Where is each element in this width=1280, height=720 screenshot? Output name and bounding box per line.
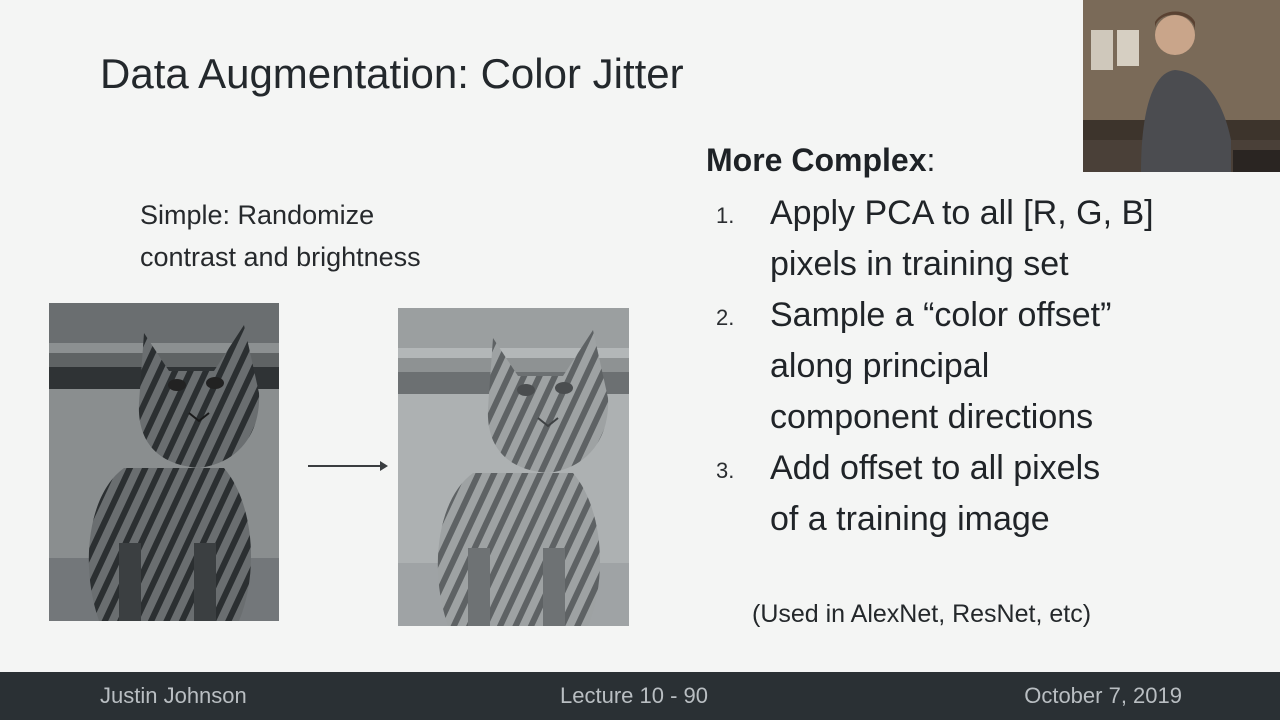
- list-item: 2. Sample a “color offset” along princip…: [716, 290, 1236, 443]
- step-text: Sample a “color offset” along principal …: [770, 290, 1111, 443]
- footer-date: October 7, 2019: [1024, 683, 1182, 708]
- simple-line-2: contrast and brightness: [140, 242, 421, 272]
- complex-heading-colon: :: [926, 142, 936, 178]
- footer-lecture: Lecture 10 - 90: [560, 683, 708, 708]
- step-number: 1.: [716, 203, 735, 228]
- step-text: Apply PCA to all [R, G, B] pixels in tra…: [770, 188, 1154, 290]
- complex-heading: More Complex:: [706, 138, 935, 182]
- step-line: Sample a “color offset”: [770, 296, 1112, 334]
- step-line: Apply PCA to all [R, G, B]: [770, 194, 1154, 232]
- step-number: 2.: [716, 305, 735, 330]
- title-main: Data Augmentation: [100, 50, 458, 97]
- step-line: Add offset to all pixels: [770, 449, 1101, 487]
- list-item: 1. Apply PCA to all [R, G, B] pixels in …: [716, 188, 1236, 290]
- cat-photo-original: [49, 303, 279, 621]
- step-number: 3.: [716, 458, 735, 483]
- steps-list: 1. Apply PCA to all [R, G, B] pixels in …: [716, 188, 1236, 545]
- cat-photo-color-jittered: [398, 308, 629, 626]
- title-rest: : Color Jitter: [457, 50, 684, 97]
- slide: Data Augmentation: Color Jitter Simple: …: [0, 0, 1280, 672]
- footer-author: Justin Johnson: [100, 683, 247, 708]
- step-line: along principal: [770, 347, 990, 385]
- slide-footer: Justin Johnson Lecture 10 - 90 October 7…: [0, 672, 1280, 720]
- step-line: pixels in training set: [770, 245, 1069, 283]
- slide-title: Data Augmentation: Color Jitter: [100, 48, 684, 100]
- simple-line-1: Simple: Randomize: [140, 200, 375, 230]
- list-item: 3. Add offset to all pixels of a trainin…: [716, 443, 1236, 545]
- usage-note: (Used in AlexNet, ResNet, etc): [752, 600, 1092, 628]
- step-line: of a training image: [770, 500, 1050, 538]
- complex-heading-label: More Complex: [706, 142, 927, 178]
- arrow-icon: [308, 461, 388, 471]
- step-text: Add offset to all pixels of a training i…: [770, 443, 1100, 545]
- simple-description: Simple: Randomize contrast and brightnes…: [140, 194, 421, 278]
- presenter-webcam: [1083, 0, 1280, 172]
- step-line: component directions: [770, 398, 1094, 436]
